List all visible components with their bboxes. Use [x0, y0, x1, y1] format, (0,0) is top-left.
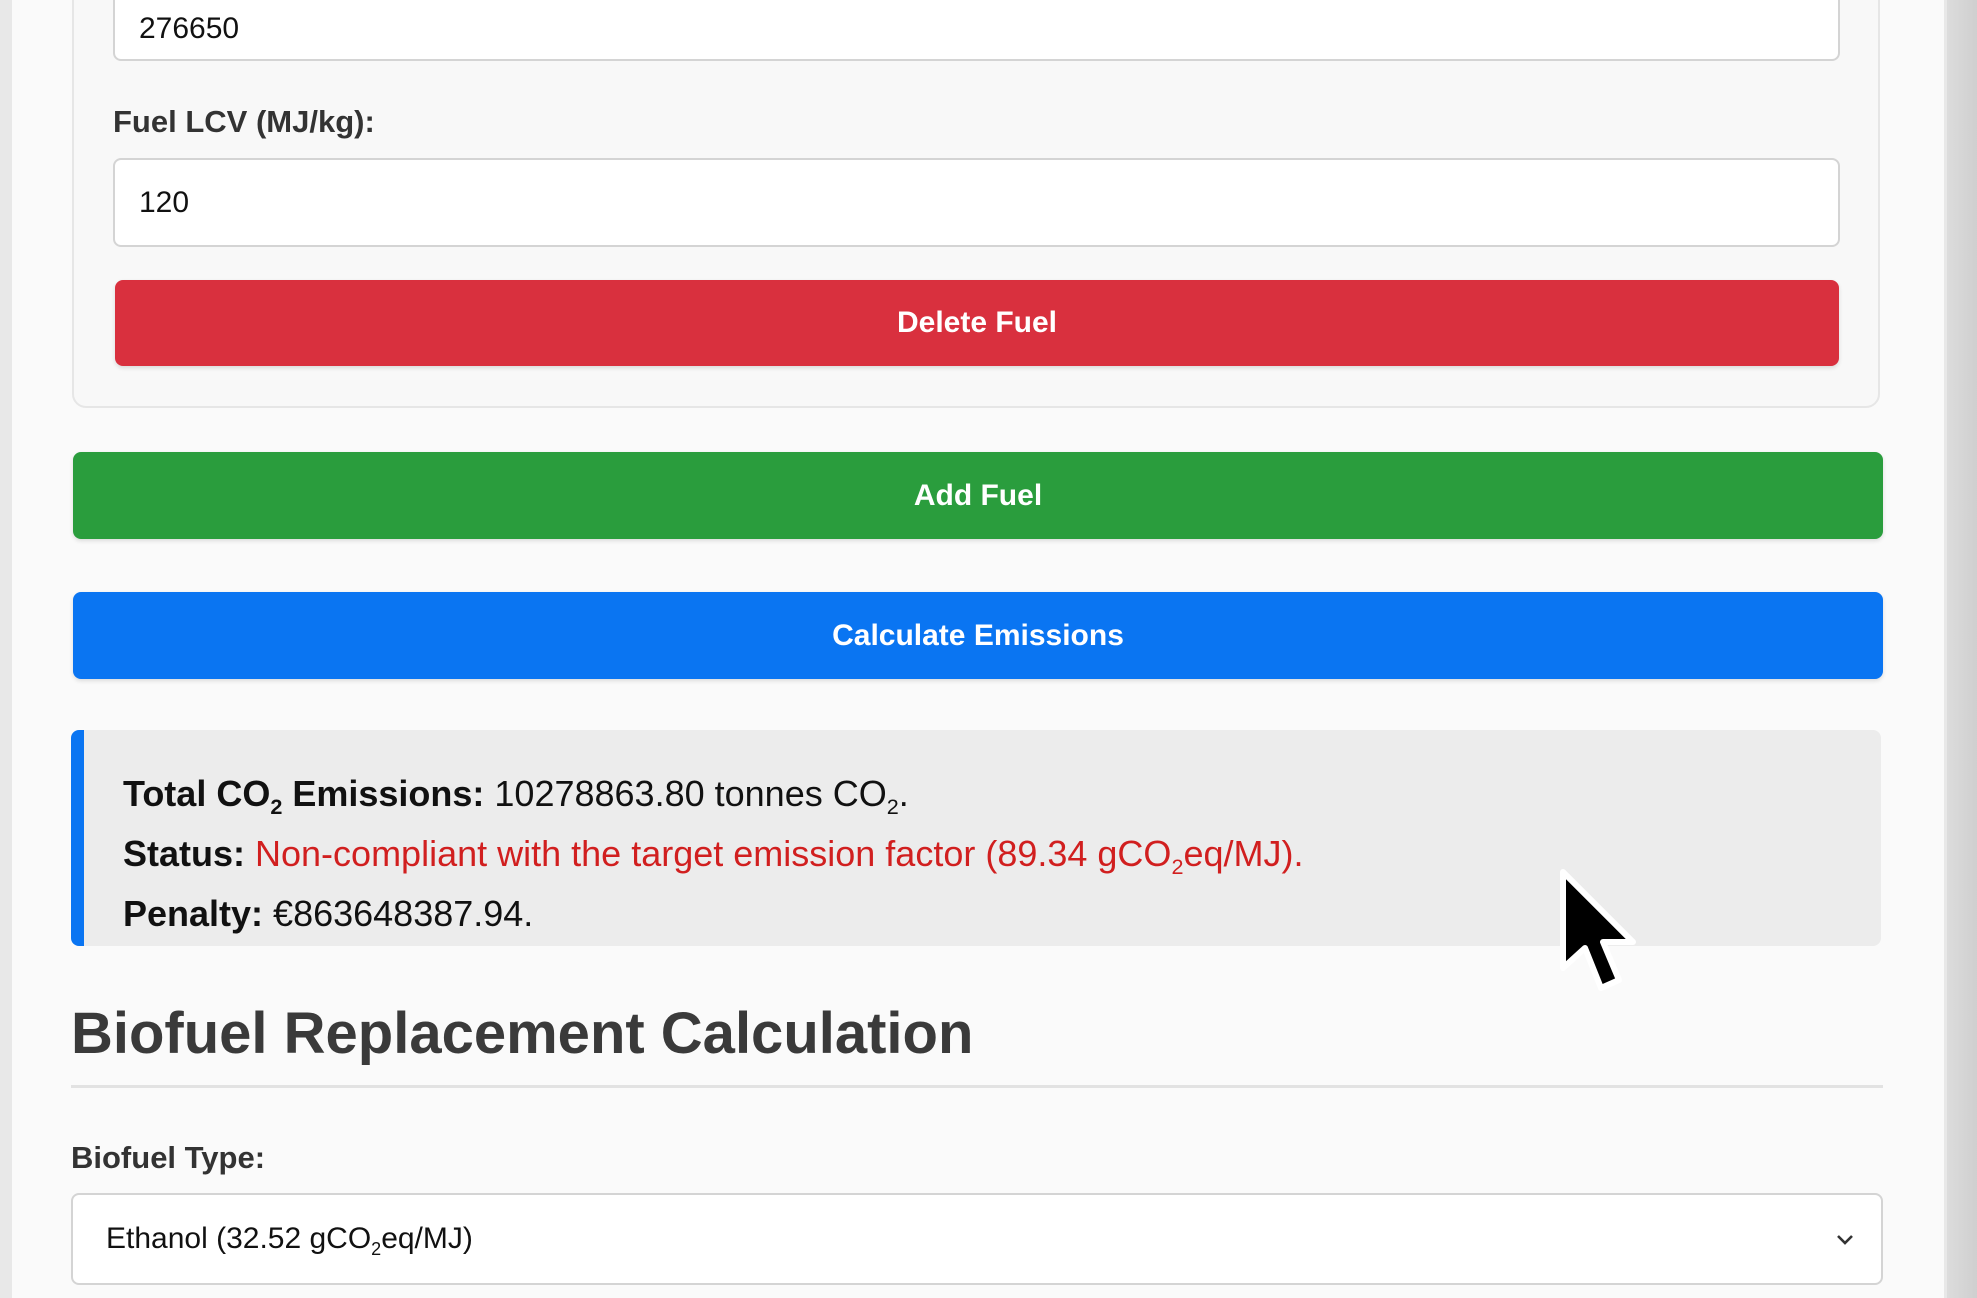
status-text: Non-compliant with the target emission f…	[245, 833, 1304, 880]
page-content: Fuel LCV (MJ/kg): Delete Fuel Add Fuel C…	[12, 0, 1944, 1298]
biofuel-selected-value: Ethanol (32.52 gCO2eq/MJ)	[106, 1222, 473, 1259]
fuel-quantity-input[interactable]	[113, 0, 1840, 61]
penalty-value: €863648387.94.	[263, 893, 534, 935]
window-edge	[1947, 0, 1977, 1298]
total-emissions-label: Total CO2 Emissions:	[123, 773, 485, 820]
chevron-down-icon	[1835, 1195, 1855, 1283]
mouse-cursor-icon	[1560, 869, 1636, 991]
total-emissions-line: Total CO2 Emissions: 10278863.80 tonnes …	[123, 770, 1881, 830]
biofuel-section-title: Biofuel Replacement Calculation	[71, 1001, 974, 1066]
fuel-lcv-label: Fuel LCV (MJ/kg):	[113, 104, 375, 139]
biofuel-type-label: Biofuel Type:	[71, 1140, 266, 1175]
add-fuel-button[interactable]: Add Fuel	[73, 452, 1883, 539]
section-divider	[71, 1085, 1883, 1088]
total-emissions-value: 10278863.80 tonnes CO2.	[484, 773, 909, 820]
penalty-label: Penalty:	[123, 893, 264, 935]
biofuel-type-select[interactable]: Ethanol (32.52 gCO2eq/MJ)	[71, 1193, 1883, 1285]
status-label: Status:	[123, 833, 246, 875]
calculate-emissions-button[interactable]: Calculate Emissions	[73, 592, 1883, 679]
delete-fuel-button[interactable]: Delete Fuel	[115, 280, 1839, 366]
fuel-lcv-input[interactable]	[113, 158, 1840, 247]
